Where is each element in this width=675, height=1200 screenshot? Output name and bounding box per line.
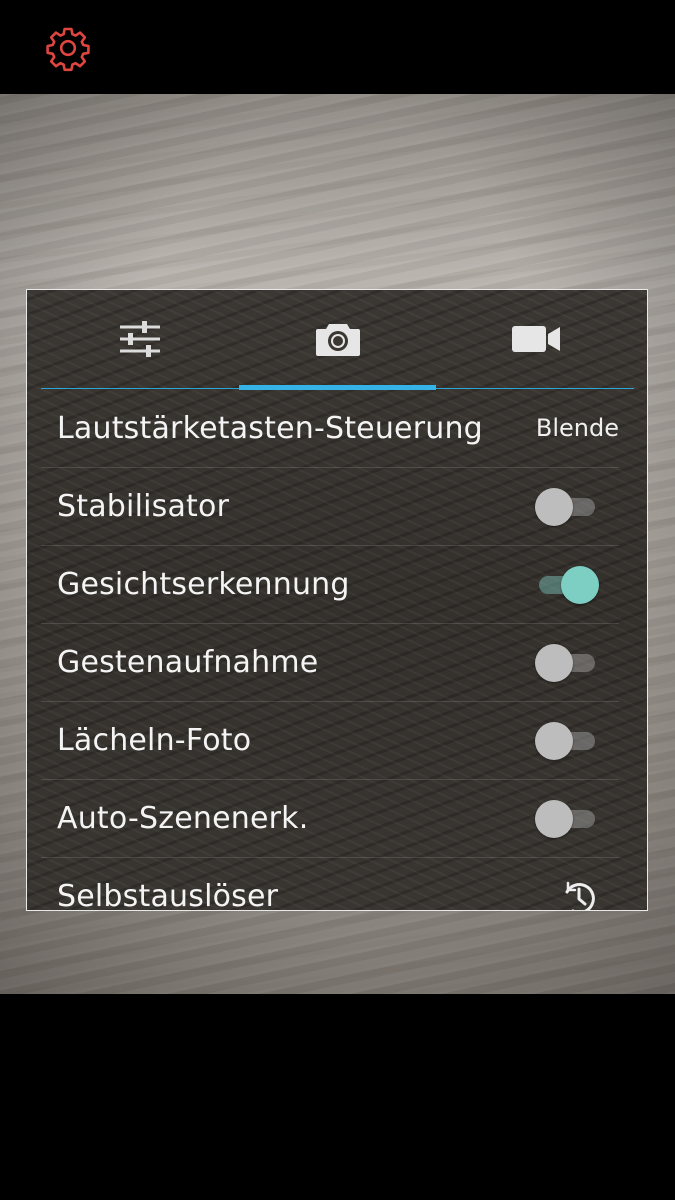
- smile-photo-toggle[interactable]: [535, 722, 599, 760]
- toggle-thumb: [535, 644, 573, 682]
- face-detection-toggle[interactable]: [535, 566, 599, 604]
- settings-button[interactable]: [42, 22, 94, 74]
- setting-row-stabilizer[interactable]: Stabilisator: [41, 468, 619, 546]
- tab-general-settings[interactable]: [41, 290, 238, 388]
- bottom-bar: [0, 994, 675, 1200]
- tab-photo-settings[interactable]: [239, 290, 436, 388]
- gesture-capture-toggle[interactable]: [535, 644, 599, 682]
- setting-row-gesture-capture[interactable]: Gestenaufnahme: [41, 624, 619, 702]
- timer-icon: [565, 881, 595, 910]
- settings-list: Lautstärketasten-Steuerung Blende Stabil…: [41, 390, 619, 911]
- stabilizer-toggle[interactable]: [535, 488, 599, 526]
- setting-label: Gesichtserkennung: [57, 567, 350, 602]
- camera-icon: [315, 324, 360, 356]
- setting-row-smile-photo[interactable]: Lächeln-Foto: [41, 702, 619, 780]
- video-camera-icon: [511, 326, 560, 352]
- top-bar: [0, 0, 675, 94]
- selected-tab-indicator: [239, 384, 436, 390]
- setting-label: Stabilisator: [57, 489, 230, 524]
- settings-tabs: [41, 290, 634, 390]
- setting-row-face-detection[interactable]: Gesichtserkennung: [41, 546, 619, 624]
- toggle-thumb: [561, 566, 599, 604]
- setting-label: Selbstauslöser: [57, 879, 279, 911]
- sliders-icon: [119, 321, 160, 357]
- auto-scene-toggle[interactable]: [535, 800, 599, 838]
- setting-row-auto-scene[interactable]: Auto-Szenenerk.: [41, 780, 619, 858]
- setting-row-volume-keys[interactable]: Lautstärketasten-Steuerung Blende: [41, 390, 619, 468]
- setting-value: Blende: [535, 414, 619, 442]
- setting-row-self-timer[interactable]: Selbstauslöser: [41, 858, 619, 911]
- setting-label: Auto-Szenenerk.: [57, 801, 309, 836]
- gear-icon: [46, 27, 90, 72]
- tab-video-settings[interactable]: [437, 290, 634, 388]
- toggle-thumb: [535, 722, 573, 760]
- toggle-thumb: [535, 488, 573, 526]
- toggle-thumb: [535, 800, 573, 838]
- setting-label: Gestenaufnahme: [57, 645, 319, 680]
- setting-label: Lautstärketasten-Steuerung: [57, 411, 483, 446]
- camera-screen: Lautstärketasten-Steuerung Blende Stabil…: [0, 0, 675, 1200]
- settings-panel: Lautstärketasten-Steuerung Blende Stabil…: [26, 289, 648, 911]
- setting-label: Lächeln-Foto: [57, 723, 252, 758]
